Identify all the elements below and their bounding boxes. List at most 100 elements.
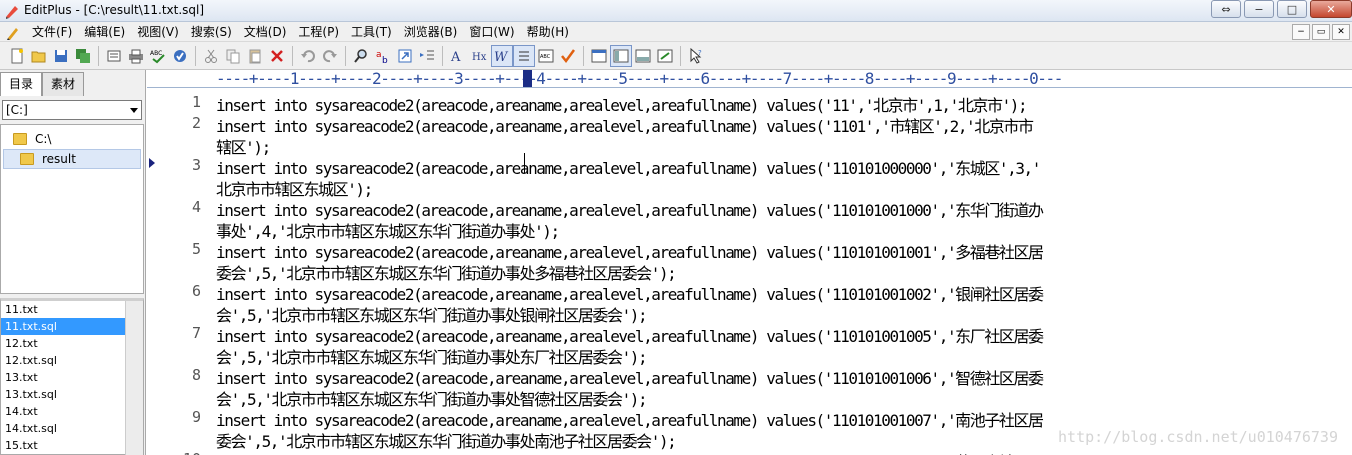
svg-text:Hx: Hx xyxy=(472,52,487,63)
window-title: EditPlus - [C:\result\11.txt.sql] xyxy=(24,3,205,17)
split-icon xyxy=(613,49,629,62)
goto-icon xyxy=(398,49,412,62)
redo-icon xyxy=(323,49,337,62)
font-button[interactable]: A xyxy=(447,45,469,67)
code-line[interactable]: insert into sysareacode2(areacode,areana… xyxy=(216,449,1044,455)
print-preview-button[interactable] xyxy=(103,45,125,67)
resize-window-button[interactable]: ⇔ xyxy=(1211,0,1241,18)
watermark: http://blog.csdn.net/u010476739 xyxy=(1058,428,1338,446)
copy-button[interactable] xyxy=(222,45,244,67)
editplus-app-icon xyxy=(6,6,18,19)
browser-button[interactable] xyxy=(654,45,676,67)
tab-cliptext[interactable]: 素材 xyxy=(42,72,85,96)
line-number: 10 xyxy=(177,450,201,455)
goto-button[interactable] xyxy=(394,45,416,67)
column-button[interactable]: ABC xyxy=(535,45,557,67)
save-button[interactable] xyxy=(50,45,72,67)
check-button[interactable] xyxy=(169,45,191,67)
browser-icon xyxy=(657,49,673,62)
hex-button[interactable]: Hx xyxy=(469,45,491,67)
menu-tools[interactable]: 工具(T) xyxy=(345,22,398,42)
text-editor[interactable]: http://blog.csdn.net/u010476739 1 insert … xyxy=(147,89,1352,455)
spellcheck-icon: ABC xyxy=(150,50,165,63)
find-button[interactable] xyxy=(350,45,372,67)
menu-browser[interactable]: 浏览器(B) xyxy=(398,22,464,42)
cut-button[interactable] xyxy=(200,45,222,67)
doc-restore-button[interactable]: ▭ xyxy=(1312,24,1330,40)
file-item[interactable]: 14.txt xyxy=(1,403,125,420)
folder-icon xyxy=(13,133,27,145)
file-list-scrollbar[interactable] xyxy=(125,301,143,455)
line-number: 5 xyxy=(191,240,201,258)
column-icon: ABC xyxy=(538,49,554,62)
word-wrap-button[interactable]: W xyxy=(491,44,513,67)
file-item[interactable]: 14.txt.sql xyxy=(1,420,125,437)
file-item[interactable]: 12.txt xyxy=(1,335,125,352)
line-number: 7 xyxy=(191,324,201,342)
toolbar-separator xyxy=(680,45,681,66)
svg-text:?: ? xyxy=(698,49,702,57)
undo-icon xyxy=(301,49,315,62)
output-button[interactable] xyxy=(632,45,654,67)
drive-select[interactable]: [C:] xyxy=(2,100,142,120)
line-number-button[interactable] xyxy=(513,44,535,67)
file-item[interactable]: 11.txt xyxy=(1,301,125,318)
menu-search[interactable]: 搜索(S) xyxy=(185,22,238,42)
undo-button[interactable] xyxy=(297,45,319,67)
folder-open-icon xyxy=(20,153,34,165)
cut-icon xyxy=(205,49,217,63)
paste-button[interactable] xyxy=(244,45,266,67)
help-pointer-button[interactable]: ? xyxy=(685,45,707,67)
directory-tree[interactable]: C:\ result xyxy=(0,124,144,294)
delete-button[interactable] xyxy=(266,45,288,67)
file-item[interactable]: 13.txt xyxy=(1,369,125,386)
code-line[interactable]: insert into sysareacode2(areacode,areana… xyxy=(216,113,1034,137)
maximize-button[interactable]: □ xyxy=(1277,0,1307,18)
doc-minimize-button[interactable]: − xyxy=(1292,24,1310,40)
file-item[interactable]: 12.txt.sql xyxy=(1,352,125,369)
file-item-selected[interactable]: 11.txt.sql xyxy=(1,318,125,335)
line-number: 3 xyxy=(191,156,201,174)
save-icon xyxy=(55,49,67,62)
print-icon xyxy=(129,49,143,63)
tab-directory[interactable]: 目录 xyxy=(0,72,43,96)
checkmark-button[interactable] xyxy=(557,45,579,67)
svg-text:a: a xyxy=(376,50,382,60)
svg-text:ABC: ABC xyxy=(150,50,162,57)
dir-item-label: C:\ xyxy=(35,132,52,146)
menu-edit[interactable]: 编辑(E) xyxy=(78,22,131,42)
ruler-scale: ----+----1----+----2----+----3----+----4… xyxy=(216,70,1063,88)
spellcheck-button[interactable]: ABC xyxy=(147,45,169,67)
dir-item-result[interactable]: result xyxy=(3,149,141,169)
replace-button[interactable]: ab xyxy=(372,45,394,67)
indent-button[interactable] xyxy=(416,45,438,67)
document-pencil-icon[interactable] xyxy=(6,24,22,40)
minimize-button[interactable]: − xyxy=(1244,0,1274,18)
file-list[interactable]: 11.txt 11.txt.sql 12.txt 12.txt.sql 13.t… xyxy=(0,298,144,455)
hex-icon: Hx xyxy=(472,52,487,63)
menu-help[interactable]: 帮助(H) xyxy=(521,22,575,42)
file-item[interactable]: 15.txt xyxy=(1,437,125,454)
chevron-down-icon[interactable] xyxy=(130,108,138,113)
menu-window[interactable]: 窗口(W) xyxy=(463,22,520,42)
menu-document[interactable]: 文档(D) xyxy=(238,22,293,42)
menu-file[interactable]: 文件(F) xyxy=(26,22,78,42)
window-button[interactable] xyxy=(588,45,610,67)
menu-project[interactable]: 工程(P) xyxy=(292,22,345,42)
open-button[interactable] xyxy=(28,45,50,67)
window-icon xyxy=(591,49,607,62)
redo-button[interactable] xyxy=(319,45,341,67)
save-all-button[interactable] xyxy=(72,45,94,67)
print-button[interactable] xyxy=(125,45,147,67)
close-button[interactable]: ✕ xyxy=(1310,0,1352,18)
menu-view[interactable]: 视图(V) xyxy=(131,22,185,42)
new-file-button[interactable] xyxy=(6,45,28,67)
toolbar-separator xyxy=(195,45,196,66)
split-button[interactable] xyxy=(610,44,632,67)
dir-item-root[interactable]: C:\ xyxy=(3,129,141,149)
doc-close-button[interactable]: ✕ xyxy=(1332,24,1350,40)
svg-text:A: A xyxy=(450,50,461,64)
line-number: 6 xyxy=(191,282,201,300)
file-item[interactable]: 13.txt.sql xyxy=(1,386,125,403)
toolbar-separator xyxy=(292,45,293,66)
